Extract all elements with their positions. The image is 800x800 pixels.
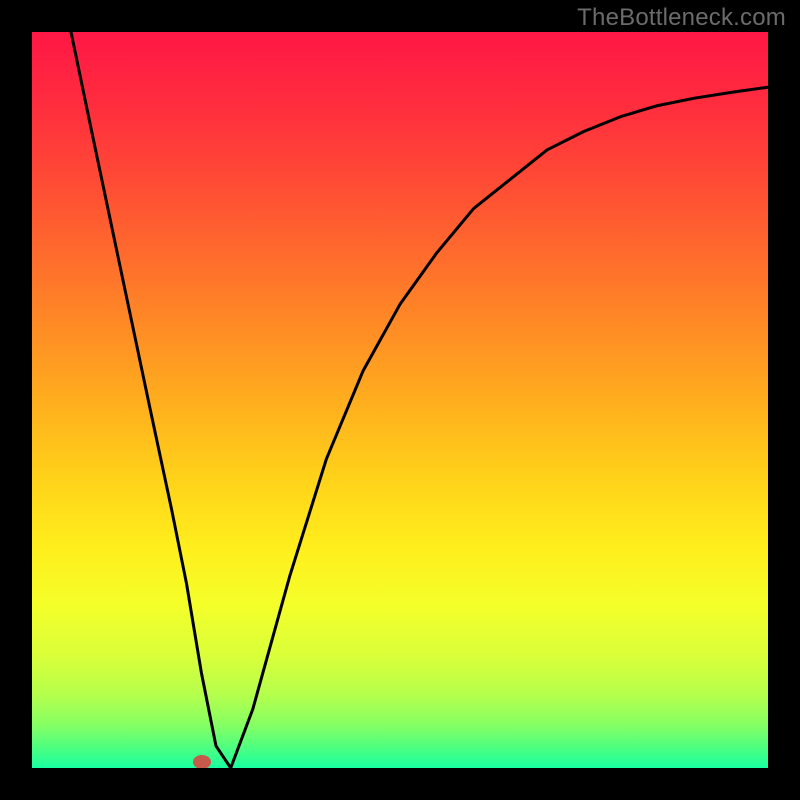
optimal-point-marker (193, 755, 211, 768)
plot-area (32, 32, 768, 768)
bottleneck-curve (32, 32, 768, 768)
chart-frame: TheBottleneck.com (0, 0, 800, 800)
watermark-text: TheBottleneck.com (577, 4, 786, 32)
